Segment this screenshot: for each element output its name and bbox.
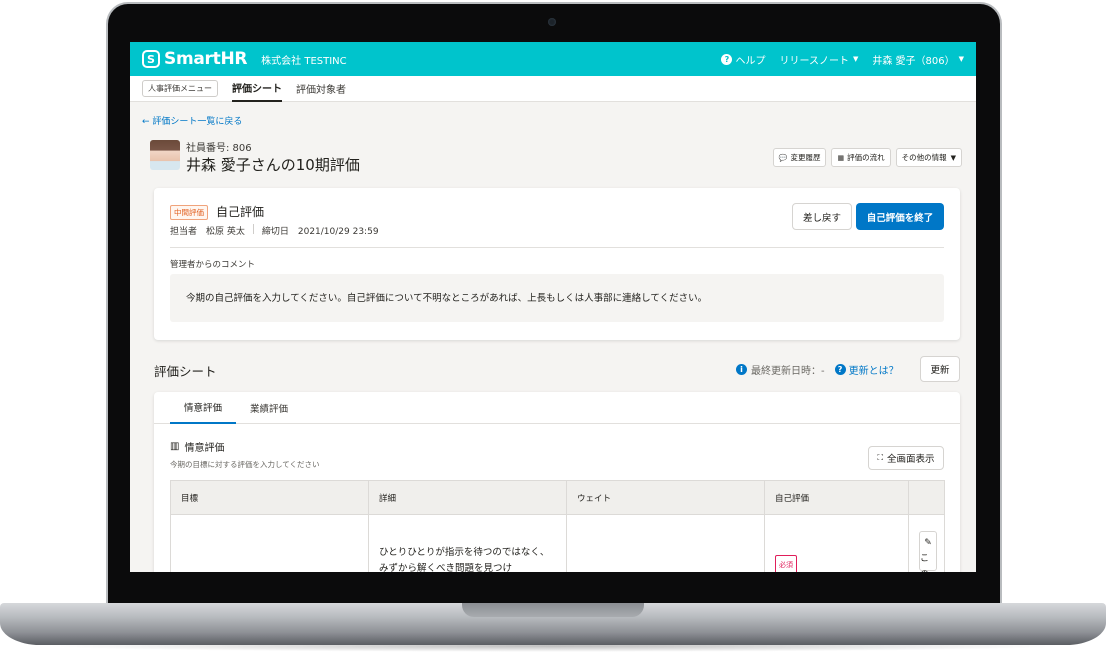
chat-icon: 💬 [778, 153, 788, 162]
deadline: 締切日 2021/10/29 23:59 [261, 227, 379, 237]
evaluation-flow-label: 評価の流れ [847, 153, 885, 162]
tab-evaluatees[interactable]: 評価対象者 [296, 76, 346, 102]
column-header: ウェイト [566, 480, 765, 515]
evaluation-sheet: 情意評価 業績評価 ▥ 情意評価 今期の目標に対する評価を入力してください ⛶ … [154, 392, 960, 572]
self-evaluation-card: 中間評価 自己評価 担当者 松原 英太 締切日 2021/10/29 23:59… [154, 188, 960, 340]
info-icon: i [736, 364, 747, 375]
self-eval-cell[interactable]: 必須 [764, 514, 909, 572]
card-title: 自己評価 [216, 205, 265, 219]
section-title: 評価シート [154, 364, 217, 379]
employee-number: 社員番号: 806 [186, 143, 252, 154]
laptop-notch [462, 603, 644, 617]
logo-mark-icon: S [142, 50, 160, 68]
header-buttons: 💬 変更履歴 ▦ 評価の流れ その他の情報 ▼ [768, 148, 962, 167]
fullscreen-label: 全画面表示 [887, 454, 935, 465]
last-updated: 最終更新日時：- [751, 366, 825, 377]
sub-nav: 人事評価メニュー 評価シート 評価対象者 [130, 76, 976, 102]
camera [548, 18, 556, 26]
table-icon: ▥ [170, 441, 180, 452]
meta-divider [252, 224, 254, 234]
column-header: 詳細 [368, 480, 567, 515]
back-to-list-link[interactable]: ← 評価シート一覧に戻る [142, 114, 242, 127]
manager-comment-label: 管理者からのコメント [170, 260, 256, 270]
top-bar: S SmartHR 株式会社 TESTINC ? ヘルプ リリースノート ▼ 井… [130, 42, 976, 76]
table-header-row: 目標 詳細 ウェイト 自己評価 [170, 480, 945, 515]
help-link[interactable]: ? ヘルプ [721, 52, 765, 67]
arrow-left-icon: ← [142, 117, 150, 127]
logo-text: SmartHR [164, 49, 248, 69]
caret-down-icon: ▼ [958, 55, 964, 63]
caret-down-icon: ▼ [950, 153, 956, 162]
edit-button[interactable]: ✎ この [919, 531, 937, 572]
return-button[interactable]: 差し戻す [792, 203, 852, 230]
evaluation-table: 目標 詳細 ウェイト 自己評価 ひとりひとりが指示を待つのではなく、みずから解く… [170, 480, 945, 572]
other-info-label: その他の情報 [901, 153, 947, 162]
manager-comment: 今期の自己評価を入力してください。自己評価について不明なところがあれば、上長もし… [170, 274, 944, 322]
page-title: 井森 愛子さんの10期評価 [186, 156, 360, 174]
finish-self-evaluation-button[interactable]: 自己評価を終了 [856, 203, 944, 230]
change-history-label: 変更履歴 [790, 153, 821, 162]
help-label: ヘルプ [735, 55, 766, 67]
help-icon: ? [834, 364, 846, 375]
logo[interactable]: S SmartHR [142, 49, 247, 69]
company-name: 株式会社 TESTINC [261, 55, 347, 67]
column-header: 自己評価 [764, 480, 909, 515]
release-notes-label: リリースノート [779, 55, 849, 67]
table-row: ひとりひとりが指示を待つのではなく、みずから解くべき問題を見つけ 必須 ✎ この [170, 514, 945, 572]
release-notes-menu[interactable]: リリースノート ▼ [779, 52, 858, 67]
card-divider [170, 247, 944, 248]
tab-attitude-evaluation[interactable]: 情意評価 [170, 392, 237, 424]
weight-cell [566, 514, 765, 572]
avatar [150, 140, 180, 170]
card-meta: 担当者 松原 英太 締切日 2021/10/29 23:59 [170, 224, 379, 237]
evaluation-menu-button[interactable]: 人事評価メニュー [142, 80, 218, 97]
expand-icon: ⛶ [877, 453, 884, 462]
change-history-button[interactable]: 💬 変更履歴 [772, 148, 827, 167]
caret-down-icon: ▼ [852, 55, 859, 63]
required-badge: 必須 [775, 555, 797, 572]
assignee: 担当者 松原 英太 [170, 227, 245, 237]
pencil-icon: ✎ [924, 538, 932, 548]
sheet-tabs: 情意評価 業績評価 [154, 392, 960, 424]
column-header: 目標 [170, 480, 369, 515]
other-info-button[interactable]: その他の情報 ▼ [895, 148, 962, 167]
tab-performance-evaluation[interactable]: 業績評価 [236, 392, 302, 424]
evaluation-flow-button[interactable]: ▦ 評価の流れ [831, 148, 891, 167]
edit-label: この [920, 554, 930, 572]
calendar-icon: ▦ [837, 153, 845, 162]
goal-cell [170, 514, 369, 572]
interim-badge: 中間評価 [170, 205, 208, 220]
grid-subtitle: 今期の目標に対する評価を入力してください [170, 460, 320, 469]
refresh-button[interactable]: 更新 [920, 356, 960, 382]
fullscreen-button[interactable]: ⛶ 全画面表示 [868, 446, 944, 470]
back-link-label: 評価シート一覧に戻る [152, 117, 243, 127]
edit-cell: ✎ この [908, 514, 945, 572]
user-label: 井森 愛子（806） [872, 55, 955, 67]
column-header [908, 480, 945, 515]
top-right-menu: ? ヘルプ リリースノート ▼ 井森 愛子（806） ▼ [707, 52, 964, 67]
user-menu[interactable]: 井森 愛子（806） ▼ [872, 52, 964, 67]
update-info: i 最終更新日時：- ? 更新とは？ [736, 362, 899, 377]
tab-evaluation-sheet[interactable]: 評価シート [232, 76, 282, 102]
what-is-update-link[interactable]: 更新とは？ [849, 362, 899, 377]
grid-title: ▥ 情意評価 [170, 439, 224, 454]
detail-cell: ひとりひとりが指示を待つのではなく、みずから解くべき問題を見つけ [368, 514, 567, 572]
screen: S SmartHR 株式会社 TESTINC ? ヘルプ リリースノート ▼ 井… [130, 42, 976, 572]
help-icon: ? [721, 53, 733, 65]
grid-title-label: 情意評価 [184, 443, 225, 454]
